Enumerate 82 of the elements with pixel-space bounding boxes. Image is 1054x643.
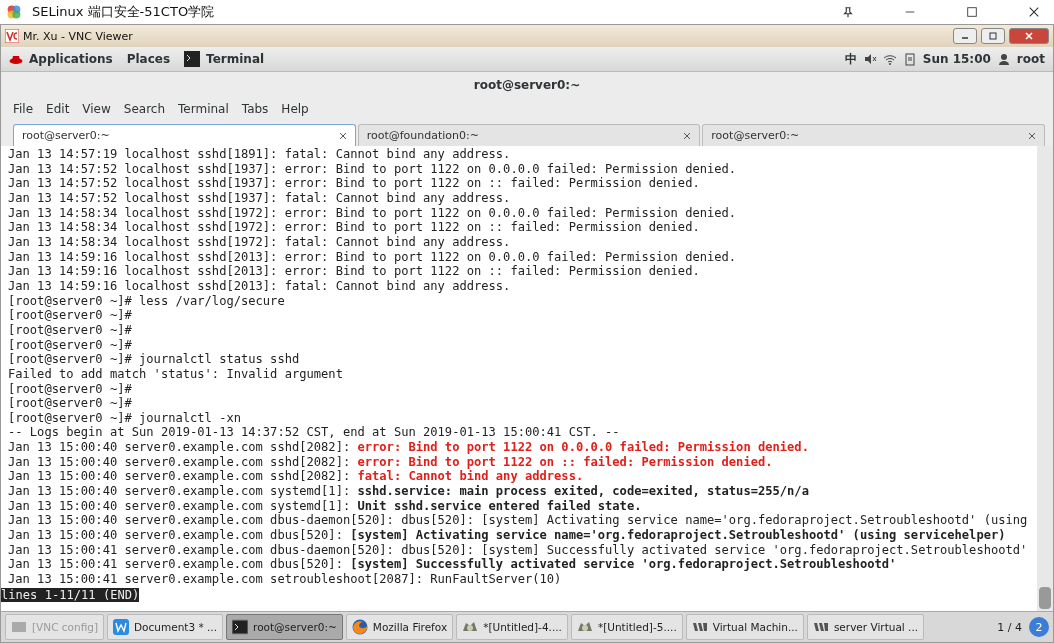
terminal-line: Jan 13 15:00:40 server0.example.com dbus[520]: [system] Activating service name='org.fedoraproject.Setroubleshootd' (using servicehelper) [8, 528, 1007, 543]
terminal-line: Jan 13 14:58:34 localhost sshd[1972]: fatal: Cannot bind any address. [8, 234, 512, 250]
terminal-line: Jan 13 14:57:52 localhost sshd[1937]: fatal: Cannot bind any address. [8, 190, 512, 206]
terminal-line: [root@server0 ~]# [8, 396, 133, 411]
terminal-line: Jan 13 15:00:40 server0.example.com sshd[2082]: fatal: Cannot bind any address. [8, 469, 585, 485]
pin-icon[interactable] [842, 6, 854, 18]
tab[interactable]: root@foundation0:~ [357, 124, 701, 146]
terminal-line: Jan 13 14:59:16 localhost sshd[2013]: fatal: Cannot bind any address. [8, 278, 512, 294]
close-icon [1024, 31, 1034, 41]
terminal-line: Jan 13 14:59:16 localhost sshd[2013]: error: Bind to port 1122 on 0.0.0.0 failed: Permission denied. [8, 249, 738, 265]
menu-item[interactable]: Help [281, 102, 309, 116]
terminal-line: [root@server0 ~]# less /var/log/secure [8, 293, 286, 309]
terminal-line: -- Logs begin at Sun 2019-01-13 14:37:52 CST, end at Sun 2019-01-13 15:00:41 CST. -- [8, 425, 621, 441]
menu-item[interactable]: View [82, 102, 111, 116]
terminal-line: Jan 13 14:58:34 localhost sshd[1972]: error: Bind to port 1122 on :: failed: Permission denied. [8, 220, 701, 235]
restore-icon [988, 31, 998, 41]
terminal-line: [root@server0 ~]# journalctl -xn [8, 410, 242, 426]
taskbar-item[interactable]: root@server0:~ [226, 614, 343, 640]
notification-badge[interactable]: 2 [1029, 617, 1049, 637]
terminal-line: [root@server0 ~]# [8, 381, 133, 397]
vnc-window-title: Mr. Xu - VNC Viewer [23, 29, 133, 43]
taskbar-item[interactable]: *[Untitled]-4.... [456, 614, 568, 640]
terminal-line: Jan 13 15:00:40 server0.example.com systemd[1]: Unit sshd.service entered failed state. [8, 498, 643, 514]
terminal-icon [232, 619, 249, 635]
close-button[interactable] [1009, 28, 1049, 44]
menu-item[interactable]: Search [123, 102, 166, 116]
terminal-line: Jan 13 15:00:41 server0.example.com setroubleshoot[2087]: RunFaultServer(10) [8, 572, 563, 587]
tab[interactable]: root@server0:~ [13, 124, 356, 146]
taskbar-item[interactable]: Mozilla Firefox [345, 614, 454, 640]
scrollbar[interactable] [1037, 146, 1053, 611]
close-icon[interactable] [683, 131, 692, 140]
terminal-line: Jan 13 15:00:40 server0.example.com sshd[2082]: error: Bind to port 1122 on 0.0.0.0 failed: Permission denied. [8, 440, 810, 455]
close-icon[interactable] [1028, 6, 1040, 18]
terminal-title: root@server0:~ [473, 78, 581, 92]
terminal-line: Failed to add match 'status': Invalid argument [8, 366, 344, 382]
window-icon [11, 619, 27, 635]
terminal-line: [root@server0 ~]# [8, 337, 133, 353]
terminal-line: [root@server0 ~]# [8, 308, 133, 323]
clipboard-icon[interactable] [902, 52, 917, 66]
terminal-line: Jan 13 15:00:41 server0.example.com dbus-daemon[520]: dbus[520]: [system] Successfully activated service 'org.fedoraproject.Setroubleshootd' [8, 542, 1029, 558]
terminal-icon [184, 51, 201, 67]
menu-item[interactable]: File [13, 102, 34, 116]
terminal-line: Jan 13 14:57:52 localhost sshd[1937]: error: Bind to port 1122 on :: failed: Permission denied. [8, 176, 701, 191]
active-app[interactable]: Terminal [206, 52, 265, 66]
app-logo-icon [6, 4, 22, 20]
terminal-line: [root@server0 ~]# journalctl status sshd [8, 352, 301, 367]
terminal-line: Jan 13 15:00:40 server0.example.com sshd[2082]: error: Bind to port 1122 on :: failed: Permission denied. [8, 454, 774, 470]
taskbar-item[interactable]: Virtual Machin... [685, 614, 804, 640]
volume-icon[interactable] [862, 52, 877, 66]
terminal-line: Jan 13 14:59:16 localhost sshd[2013]: error: Bind to port 1122 on :: failed: Permission denied. [8, 264, 701, 279]
window-title: SELinux 端口安全-51CTO学院 [32, 3, 215, 21]
maximize-icon[interactable] [966, 6, 978, 18]
taskbar-item[interactable]: Document3 * ... [107, 614, 224, 640]
menu-item[interactable]: Edit [46, 102, 70, 116]
terminal-line: Jan 13 15:00:40 server0.example.com systemd[1]: sshd.service: main process exited, code=exited, status=255/n/a [8, 484, 810, 499]
user-menu[interactable]: root [1016, 52, 1045, 66]
terminal-line: Jan 13 15:00:40 server0.example.com dbus-daemon[520]: dbus[520]: [system] Activating service name='org.fedoraproject.Setroubleshootd' (using [8, 513, 1029, 529]
top-menu[interactable]: Applications [29, 52, 113, 66]
pager-status: lines 1-11/11 (END) [1, 587, 140, 602]
wifi-icon[interactable] [882, 52, 897, 66]
menu-item[interactable]: Tabs [241, 102, 269, 116]
vnc-logo-icon [5, 29, 19, 43]
browser-icon [351, 619, 368, 635]
workspace-pager[interactable]: 1 / 4 [993, 620, 1026, 634]
terminal-line: Jan 13 14:57:52 localhost sshd[1937]: error: Bind to port 1122 on 0.0.0.0 failed: Permission denied. [8, 161, 738, 177]
clock[interactable]: Sun 15:00 [922, 52, 991, 66]
close-icon[interactable] [1028, 131, 1036, 140]
terminal-line: Jan 13 14:58:34 localhost sshd[1972]: error: Bind to port 1122 on 0.0.0.0 failed: Permission denied. [8, 205, 738, 221]
menu-item[interactable]: Terminal [178, 102, 229, 116]
input-method[interactable]: 中 [844, 50, 857, 68]
user-icon[interactable] [996, 52, 1011, 66]
taskbar-item[interactable]: *[Untitled]-5.... [570, 614, 683, 640]
terminal-line: Jan 13 14:57:19 localhost sshd[1891]: fatal: Cannot bind any address. [8, 147, 512, 162]
top-menu[interactable]: Places [126, 52, 171, 66]
taskbar-item[interactable]: server Virtual ... [806, 614, 925, 640]
terminal-line: Jan 13 15:00:41 server0.example.com dbus[520]: [system] Successfully activated service 'org.fedoraproject.Setroubleshootd' [8, 557, 898, 573]
document-icon [113, 619, 130, 635]
restore-button[interactable] [981, 28, 1005, 44]
close-icon[interactable] [338, 131, 347, 140]
minimize-button[interactable] [953, 28, 977, 44]
tab[interactable]: root@server0:~ [702, 124, 1045, 146]
terminal-line: [root@server0 ~]# [8, 322, 133, 338]
